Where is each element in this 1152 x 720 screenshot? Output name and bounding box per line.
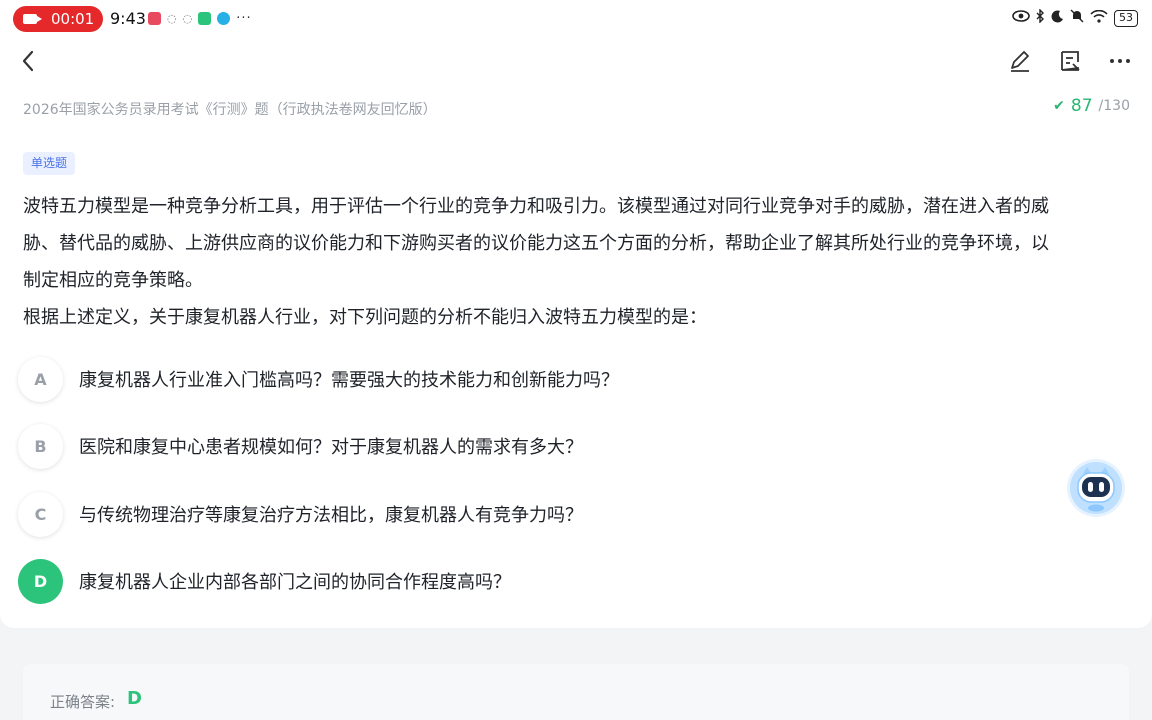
- eye-icon: [1012, 10, 1030, 26]
- option-text: 康复机器人企业内部各部门之间的协同合作程度高吗？: [79, 572, 511, 593]
- pencil-icon: [1011, 51, 1029, 72]
- status-clock: 9:43: [110, 9, 146, 28]
- feedback-button[interactable]: [1056, 46, 1084, 76]
- video-camera-icon: [23, 14, 42, 24]
- report-icon: [1061, 51, 1080, 71]
- checkmark-icon: ✔: [1053, 98, 1065, 114]
- more-notifications-icon: ···: [236, 11, 252, 26]
- mute-bell-icon: [1070, 9, 1084, 27]
- recording-time: 00:01: [51, 10, 95, 28]
- back-button[interactable]: [16, 46, 44, 76]
- correct-answer-label: 正确答案:: [50, 693, 116, 711]
- notification-icons: ◌ ◌ ···: [148, 11, 252, 26]
- option-letter: C: [18, 491, 63, 537]
- option-a[interactable]: A 康复机器人行业准入门槛高吗？需要强大的技术能力和创新能力吗？: [18, 356, 1118, 402]
- edit-note-button[interactable]: [1006, 46, 1034, 76]
- chevron-left-icon: [22, 50, 34, 72]
- question-stem: 波特五力模型是一种竞争分析工具，用于评估一个行业的竞争力和吸引力。该模型通过对同…: [23, 188, 1131, 336]
- screen-recording-indicator[interactable]: 00:01: [13, 6, 103, 32]
- battery-indicator: 53: [1114, 9, 1138, 27]
- option-letter: B: [18, 423, 63, 469]
- progress-current: 87: [1070, 96, 1093, 116]
- stem-line: 制定相应的竞争策略。: [23, 270, 203, 291]
- moon-icon: [1051, 9, 1064, 27]
- correct-answer-value: D: [127, 688, 142, 709]
- stem-line: 根据上述定义，关于康复机器人行业，对下列问题的分析不能归入波特五力模型的是：: [23, 307, 707, 328]
- progress-total: /130: [1098, 98, 1130, 114]
- option-text: 与传统物理治疗等康复治疗方法相比，康复机器人有竞争力吗？: [79, 505, 583, 526]
- answer-panel: 正确答案: D: [23, 664, 1129, 720]
- check-circle-icon: ◌: [182, 12, 193, 25]
- option-d[interactable]: D 康复机器人企业内部各部门之间的协同合作程度高吗？: [18, 558, 1118, 604]
- toolbar: [1006, 46, 1134, 76]
- more-button[interactable]: [1106, 46, 1134, 76]
- question-page: 00:01 9:43 ◌ ◌ ··· 53 2026年国家公务员录用考试《行测》…: [0, 0, 1152, 628]
- option-letter: A: [18, 356, 63, 402]
- wechat-icon: [198, 12, 212, 25]
- status-bar: 00:01 9:43 ◌ ◌ ··· 53: [0, 0, 1152, 38]
- robot-icon: [1067, 459, 1125, 517]
- question-type-badge: 单选题: [23, 152, 76, 175]
- option-text: 康复机器人行业准入门槛高吗？需要强大的技术能力和创新能力吗？: [79, 370, 619, 391]
- option-c[interactable]: C 与传统物理治疗等康复治疗方法相比，康复机器人有竞争力吗？: [18, 491, 1118, 537]
- check-circle-icon: ◌: [167, 12, 177, 25]
- ai-assistant-button[interactable]: [1066, 458, 1126, 518]
- exam-title: 2026年国家公务员录用考试《行测》题（行政执法卷网友回忆版）: [23, 102, 437, 118]
- stem-line: 波特五力模型是一种竞争分析工具，用于评估一个行业的竞争力和吸引力。该模型通过对同…: [23, 196, 1049, 217]
- wifi-icon: [1090, 9, 1108, 27]
- more-dots-icon: [1110, 59, 1130, 63]
- option-b[interactable]: B 医院和康复中心患者规模如何？对于康复机器人的需求有多大？: [18, 423, 1118, 469]
- bluetooth-icon: [1036, 8, 1045, 27]
- app-notification-icon: [217, 12, 231, 25]
- question-progress: ✔ 87 /130: [1053, 96, 1130, 116]
- stem-line: 胁、替代品的威胁、上游供应商的议价能力和下游购买者的议价能力这五个方面的分析，帮…: [23, 233, 1049, 254]
- app-notification-icon: [148, 12, 161, 25]
- option-letter-correct: D: [18, 558, 63, 604]
- system-icons: 53: [1012, 8, 1138, 27]
- option-text: 医院和康复中心患者规模如何？对于康复机器人的需求有多大？: [79, 437, 583, 458]
